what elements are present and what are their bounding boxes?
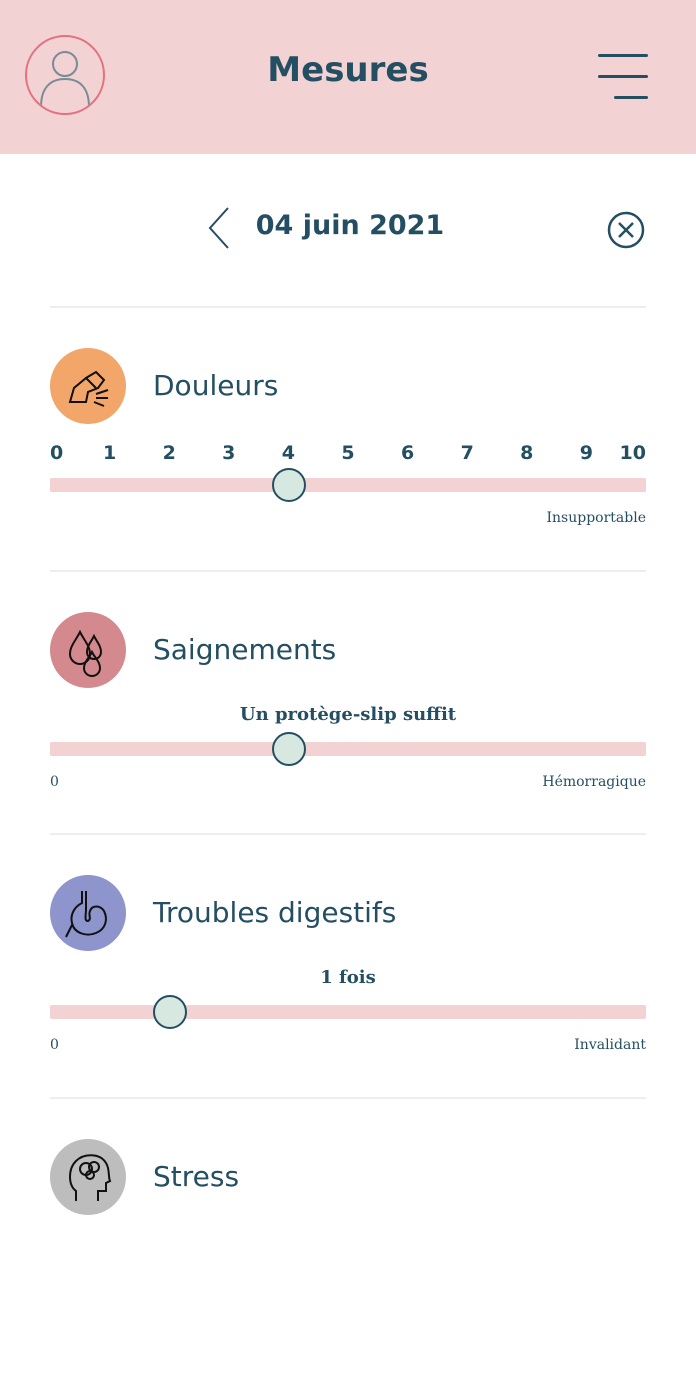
pain-slider-thumb[interactable]: [272, 468, 307, 502]
divider: [50, 306, 646, 308]
digestive-slider-thumb[interactable]: [153, 995, 188, 1029]
max-label: Invalidant: [574, 1037, 646, 1053]
measure-title: Douleurs: [153, 369, 279, 402]
close-button[interactable]: [606, 210, 646, 250]
max-label: Hémorragique: [542, 774, 646, 790]
stress-head-icon: [69, 1154, 112, 1201]
scale-tick: 7: [460, 442, 474, 464]
menu-icon-line-1: [598, 54, 648, 57]
divider: [50, 570, 646, 572]
scale-tick: 8: [520, 442, 534, 464]
stomach-icon: [65, 891, 107, 938]
close-circle-icon: [607, 211, 645, 249]
measure-title: Stress: [153, 1160, 240, 1193]
measure-stress: Stress: [0, 1139, 696, 1379]
blood-drops-icon: [68, 629, 103, 678]
chevron-left-icon: [208, 207, 229, 249]
scale-tick: 2: [162, 442, 176, 464]
scale-tick: 10: [619, 442, 646, 464]
menu-button[interactable]: [596, 52, 652, 102]
menu-icon-line-2: [598, 75, 648, 78]
page-title: Mesures: [267, 50, 429, 90]
pain-icon-badge: [50, 348, 126, 424]
date-navigation: 04 juin 2021: [0, 200, 696, 256]
scale-tick: 6: [400, 442, 415, 464]
previous-date-button[interactable]: [200, 204, 240, 252]
scale-tick: 0: [50, 442, 64, 464]
min-label: 0: [50, 1037, 59, 1053]
measure-troubles-digestifs: Troubles digestifs 1 fois 0 Invalidant: [0, 875, 696, 1115]
measure-title: Saignements: [153, 633, 337, 666]
bleeding-slider-thumb[interactable]: [272, 732, 307, 766]
scale-tick: 9: [579, 442, 593, 464]
measure-douleurs: Douleurs 0 1 2 3 4 5 6 7 8 9 10 Insupportable: [0, 348, 696, 588]
digestive-slider-track[interactable]: [50, 995, 646, 1029]
menu-icon-line-3: [614, 96, 648, 99]
value-label: Un protège-slip suffit: [239, 704, 457, 725]
header-bar: Mesures: [0, 0, 696, 154]
scale-tick: 4: [281, 442, 295, 464]
current-date: 04 juin 2021: [255, 210, 445, 241]
min-label: 0: [50, 774, 59, 790]
divider: [50, 1097, 646, 1099]
stress-head-icon-badge: [50, 1139, 126, 1215]
bleeding-slider-track[interactable]: [50, 732, 646, 766]
measure-saignements: Saignements Un protège-slip suffit 0 Hém…: [0, 612, 696, 852]
pain-icon: [68, 370, 109, 407]
value-label: 1 fois: [320, 967, 376, 988]
divider: [50, 833, 646, 835]
stomach-icon-badge: [50, 875, 126, 951]
scale-tick: 1: [102, 442, 117, 464]
pain-slider-track[interactable]: [50, 468, 646, 502]
max-label: Insupportable: [546, 510, 647, 526]
scale-tick: 3: [222, 442, 236, 464]
scale-tick: 5: [341, 442, 355, 464]
blood-drops-icon-badge: [50, 612, 126, 688]
measure-title: Troubles digestifs: [153, 896, 397, 929]
pain-scale-ticks: 0 1 2 3 4 5 6 7 8 9 10: [50, 442, 646, 466]
